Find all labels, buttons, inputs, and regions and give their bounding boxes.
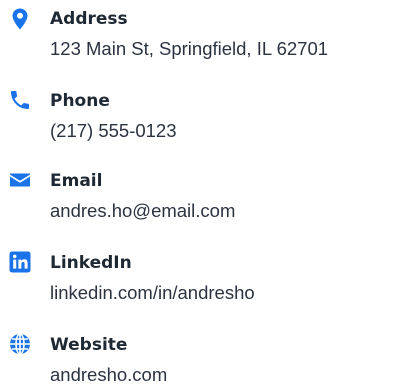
contact-info-list: Address 123 Main St, Springfield, IL 627… — [0, 0, 406, 389]
envelope-icon — [8, 168, 32, 192]
contact-item-address: Address 123 Main St, Springfield, IL 627… — [0, 4, 406, 64]
contact-value-linkedin[interactable]: linkedin.com/in/andresho — [50, 282, 255, 304]
contact-label-email: Email — [50, 171, 103, 191]
contact-item-website: Website andresho.com — [0, 330, 406, 390]
globe-icon — [8, 332, 32, 356]
contact-value-phone: (217) 555-0123 — [50, 120, 177, 141]
contact-value-email: andres.ho@email.com — [50, 200, 236, 221]
phone-icon — [8, 88, 32, 112]
contact-label-phone: Phone — [50, 91, 110, 111]
contact-value-website[interactable]: andresho.com — [50, 364, 167, 386]
contact-label-website: Website — [50, 335, 128, 355]
contact-item-linkedin: LinkedIn linkedin.com/in/andresho — [0, 248, 406, 308]
contact-label-address: Address — [50, 9, 128, 29]
contact-label-linkedin: LinkedIn — [50, 253, 132, 273]
map-pin-icon — [8, 7, 32, 31]
contact-item-phone: Phone (217) 555-0123 — [0, 86, 406, 146]
contact-item-email: Email andres.ho@email.com — [0, 166, 406, 226]
contact-value-address: 123 Main St, Springfield, IL 62701 — [50, 38, 329, 59]
linkedin-icon — [8, 250, 32, 274]
